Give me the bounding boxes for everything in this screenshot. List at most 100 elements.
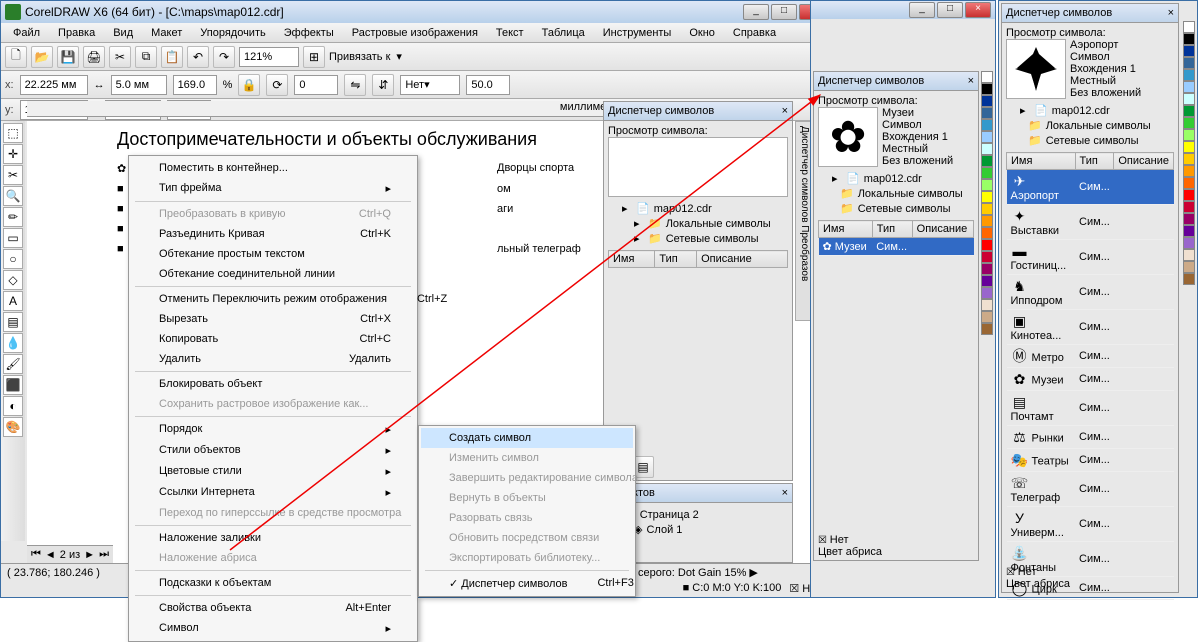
symrow-Музеи[interactable]: ✿ МузеиСим... (1007, 368, 1174, 391)
snap-dropdown-icon[interactable]: ▾ (396, 50, 402, 63)
new-button[interactable]: 🗋 (5, 46, 27, 68)
tool-4[interactable]: ✏ (3, 207, 23, 227)
ctx-Блокировать объект[interactable]: Блокировать объект (131, 374, 415, 394)
status-fill-swatch[interactable]: ■ C:0 M:0 Y:0 K:100 (683, 582, 782, 595)
paste-button[interactable]: 📋 (161, 46, 183, 68)
swatch[interactable] (981, 227, 993, 239)
tool-1[interactable]: ✛ (3, 144, 23, 164)
menu-Инструменты[interactable]: Инструменты (595, 25, 680, 41)
swatch[interactable] (981, 167, 993, 179)
max2[interactable]: □ (937, 2, 963, 18)
ctx-Цветовые стили[interactable]: Цветовые стили ▸ (131, 461, 415, 482)
swatch[interactable] (1183, 189, 1195, 201)
swatch[interactable] (1183, 249, 1195, 261)
symrow-Кинотеа...[interactable]: ▣ Кинотеа...Сим... (1007, 310, 1174, 345)
swatch[interactable] (1183, 273, 1195, 285)
ctx-Обтекание простым текстом[interactable]: Обтекание простым текстом (131, 244, 415, 264)
outline-width-field[interactable]: 50.0 (466, 75, 510, 95)
swatch[interactable] (981, 71, 993, 83)
tool-10[interactable]: 💧 (3, 333, 23, 353)
col-desc[interactable]: Описание (697, 251, 788, 268)
swatch[interactable] (1183, 93, 1195, 105)
dclose3[interactable]: × (1168, 7, 1174, 19)
tool-3[interactable]: 🔍 (3, 186, 23, 206)
tool-11[interactable]: 🖌 (3, 354, 23, 374)
swatch[interactable] (1183, 21, 1195, 33)
menu-Растровые изображения[interactable]: Растровые изображения (344, 25, 486, 41)
swatch[interactable] (1183, 105, 1195, 117)
sub-Диспетчер символов[interactable]: ✓ Диспетчер символовCtrl+F3 (421, 573, 633, 594)
swatch[interactable] (981, 311, 993, 323)
menu-Упорядочить[interactable]: Упорядочить (192, 25, 273, 41)
ctx-Вырезать[interactable]: ВырезатьCtrl+X (131, 309, 415, 329)
min2[interactable]: _ (909, 2, 935, 18)
swatch[interactable] (1183, 201, 1195, 213)
sub-Создать символ[interactable]: Создать символ (421, 428, 633, 448)
menu-Текст[interactable]: Текст (488, 25, 532, 41)
swatch[interactable] (1183, 45, 1195, 57)
maximize-button[interactable]: □ (771, 4, 797, 20)
tool-12[interactable]: ⬛ (3, 375, 23, 395)
swatch[interactable] (981, 215, 993, 227)
symrow-Аэропорт[interactable]: ✈ АэропортСим... (1007, 170, 1174, 205)
page-next-icon[interactable]: ► (84, 549, 95, 561)
swatch[interactable] (981, 191, 993, 203)
menu-Таблица[interactable]: Таблица (534, 25, 593, 41)
page-prev-icon[interactable]: ◄ (45, 549, 56, 561)
swatch[interactable] (981, 287, 993, 299)
swatch[interactable] (981, 275, 993, 287)
x-field[interactable]: 22.225 мм (20, 75, 88, 95)
symrow-Гостиниц...[interactable]: ▬ Гостиниц...Сим... (1007, 240, 1174, 275)
ctx-Наложение заливки[interactable]: Наложение заливки (131, 528, 415, 548)
ctx-Копировать[interactable]: КопироватьCtrl+C (131, 329, 415, 349)
ctx-Разъединить Кривая[interactable]: Разъединить КриваяCtrl+K (131, 224, 415, 244)
symrow-Метро[interactable]: Ⓜ МетроСим... (1007, 345, 1174, 368)
copy-button[interactable]: ⧉ (135, 46, 157, 68)
symrow-Телеграф[interactable]: ☏ ТелеграфСим... (1007, 472, 1174, 507)
dclose2[interactable]: × (968, 75, 974, 87)
tree-item-network[interactable]: ▸📁 Сетевые символы (608, 231, 788, 246)
swatch[interactable] (981, 323, 993, 335)
menu-Макет[interactable]: Макет (143, 25, 190, 41)
symrow-Ипподром[interactable]: ♞ ИпподромСим... (1007, 275, 1174, 310)
swatch[interactable] (1183, 153, 1195, 165)
ctx-Свойства объекта[interactable]: Свойства объектаAlt+Enter (131, 598, 415, 618)
print-button[interactable]: 🖨 (83, 46, 105, 68)
swatch[interactable] (1183, 33, 1195, 45)
redo-button[interactable]: ↷ (213, 46, 235, 68)
swatch[interactable] (981, 155, 993, 167)
rot-field[interactable]: 0 (294, 75, 338, 95)
swatch[interactable] (981, 239, 993, 251)
swatch[interactable] (981, 263, 993, 275)
swatch[interactable] (1183, 117, 1195, 129)
tool-0[interactable]: ⬚ (3, 123, 23, 143)
row-muzei[interactable]: ✿ МузеиСим... (819, 238, 974, 256)
tool-9[interactable]: ▤ (3, 312, 23, 332)
symrow-Выставки[interactable]: ✦ ВыставкиСим... (1007, 205, 1174, 240)
cut-button[interactable]: ✂ (109, 46, 131, 68)
swatch[interactable] (1183, 213, 1195, 225)
swatch[interactable] (1183, 141, 1195, 153)
tr2-root[interactable]: ▸📄 map012.cdr (818, 171, 974, 186)
undo-button[interactable]: ↶ (187, 46, 209, 68)
scale-x-field[interactable]: 169.0 (173, 75, 217, 95)
ctx-Порядок[interactable]: Порядок ▸ (131, 419, 415, 440)
swatch[interactable] (981, 143, 993, 155)
tool-8[interactable]: A (3, 291, 23, 311)
swatch[interactable] (981, 107, 993, 119)
swatch[interactable] (1183, 225, 1195, 237)
swatch[interactable] (1183, 129, 1195, 141)
swatch[interactable] (1183, 57, 1195, 69)
page-first-icon[interactable]: ⏮ (31, 548, 41, 561)
rot-button[interactable]: ⟳ (266, 74, 288, 96)
swatch[interactable] (1183, 165, 1195, 177)
tr2-loc[interactable]: 📁 Локальные символы (818, 186, 974, 201)
tool-14[interactable]: 🎨 (3, 417, 23, 437)
swatch[interactable] (1183, 69, 1195, 81)
outline-dropdown[interactable]: Нет ▾ (400, 75, 460, 95)
swatch[interactable] (981, 179, 993, 191)
lock-ratio-button[interactable]: 🔒 (238, 74, 260, 96)
menu-Окно[interactable]: Окно (681, 25, 723, 41)
mirror-v-button[interactable]: ⇵ (372, 74, 394, 96)
tr2-net[interactable]: 📁 Сетевые символы (818, 201, 974, 216)
